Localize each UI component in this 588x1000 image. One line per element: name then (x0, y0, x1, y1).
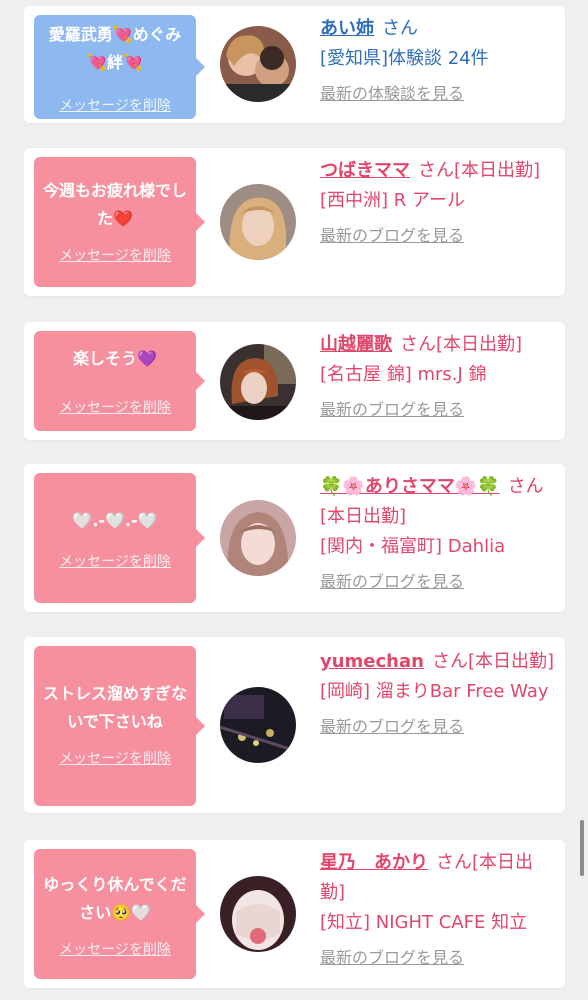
user-name-link[interactable]: あい姉 (320, 18, 374, 39)
message-card: 🤍.-🤍.-🤍 メッセージを削除 🍀🌸ありさママ🌸🍀 さん[本日出勤] [関内・福… (24, 464, 565, 612)
message-text: ストレス溜めすぎないで下さいね (42, 684, 187, 731)
store-text: [知立] NIGHT CAFE 知立 (320, 912, 528, 933)
name-line: つばきママ さん[本日出勤] (320, 156, 554, 186)
user-info: つばきママ さん[本日出勤] [西中洲] R アール 最新のブログを見る (320, 156, 554, 246)
delete-message-link[interactable]: メッセージを削除 (34, 95, 196, 115)
latest-link[interactable]: 最新の体験談を見る (320, 80, 554, 104)
avatar[interactable] (220, 184, 296, 260)
message-bubble: 今週もお疲れ様でした❤️ メッセージを削除 (34, 157, 205, 287)
message-card: 今週もお疲れ様でした❤️ メッセージを削除 つばきママ さん[本日出勤] [西中洲… (24, 148, 565, 296)
store-text: [関内・福富町] Dahlia (320, 536, 506, 557)
message-card: 愛羅武勇💘めぐみ💘絆💘 メッセージを削除 あい姉 さん [愛知県]体験談 24件 … (24, 6, 565, 123)
message-bubble: 楽しそう💜 メッセージを削除 (34, 331, 205, 431)
delete-message-link[interactable]: メッセージを削除 (34, 939, 196, 959)
user-name-link[interactable]: 星乃 あかり (320, 852, 428, 873)
message-text: 楽しそう💜 (73, 349, 157, 368)
store-text: [名古屋 錦] mrs.J 錦 (320, 364, 487, 385)
delete-message-link[interactable]: メッセージを削除 (34, 245, 196, 265)
name-suffix: さん (382, 18, 418, 39)
latest-link[interactable]: 最新のブログを見る (320, 396, 554, 420)
user-name-link[interactable]: yumechan (320, 651, 424, 672)
delete-message-link[interactable]: メッセージを削除 (34, 397, 196, 417)
avatar[interactable] (220, 500, 296, 576)
user-name-link[interactable]: 🍀🌸ありさママ🌸🍀 (320, 476, 500, 497)
message-text: ゆっくり休んでください🥺🤍 (43, 875, 187, 922)
message-card: ゆっくり休んでください🥺🤍 メッセージを削除 星乃 あかり さん[本日出勤] [知… (24, 840, 565, 988)
user-name-link[interactable]: つばきママ (320, 160, 410, 181)
user-name-link[interactable]: 山越麗歌 (320, 334, 392, 355)
message-text: 愛羅武勇💘めぐみ💘絆💘 (48, 25, 182, 72)
avatar[interactable] (220, 876, 296, 952)
name-line: yumechan さん[本日出勤] (320, 647, 554, 677)
latest-link[interactable]: 最新のブログを見る (320, 222, 554, 246)
message-bubble: 愛羅武勇💘めぐみ💘絆💘 メッセージを削除 (34, 15, 205, 119)
name-line: 🍀🌸ありさママ🌸🍀 さん[本日出勤] (320, 472, 554, 532)
scrollbar[interactable] (580, 820, 584, 876)
message-card: 楽しそう💜 メッセージを削除 山越麗歌 さん[本日出勤] [名古屋 錦] mrs.… (24, 322, 565, 440)
latest-link[interactable]: 最新のブログを見る (320, 944, 554, 968)
avatar[interactable] (220, 687, 296, 763)
message-text: 🤍.-🤍.-🤍 (72, 511, 158, 530)
user-info: yumechan さん[本日出勤] [岡崎] 溜まりBar Free Way 最新… (320, 647, 554, 737)
latest-link[interactable]: 最新のブログを見る (320, 713, 554, 737)
message-bubble: ストレス溜めすぎないで下さいね メッセージを削除 (34, 646, 205, 806)
name-line: 星乃 あかり さん[本日出勤] (320, 848, 554, 908)
name-suffix: さん[本日出勤] (418, 160, 541, 181)
avatar[interactable] (220, 26, 296, 102)
message-card: ストレス溜めすぎないで下さいね メッセージを削除 yumechan さん[本日出勤… (24, 637, 565, 813)
latest-link[interactable]: 最新のブログを見る (320, 568, 554, 592)
message-bubble: ゆっくり休んでください🥺🤍 メッセージを削除 (34, 849, 205, 979)
store-text: [愛知県]体験談 24件 (320, 48, 489, 69)
name-suffix: さん[本日出勤] (431, 651, 555, 672)
name-suffix: さん[本日出勤] (400, 334, 523, 355)
user-info: 山越麗歌 さん[本日出勤] [名古屋 錦] mrs.J 錦 最新のブログを見る (320, 330, 554, 420)
delete-message-link[interactable]: メッセージを削除 (34, 748, 196, 768)
user-info: あい姉 さん [愛知県]体験談 24件 最新の体験談を見る (320, 14, 554, 104)
store-text: [岡崎] 溜まりBar Free Way (320, 681, 549, 702)
name-line: あい姉 さん (320, 14, 554, 44)
avatar[interactable] (220, 344, 296, 420)
message-text: 今週もお疲れ様でした❤️ (42, 181, 187, 228)
user-info: 🍀🌸ありさママ🌸🍀 さん[本日出勤] [関内・福富町] Dahlia 最新のブログ… (320, 472, 554, 592)
name-line: 山越麗歌 さん[本日出勤] (320, 330, 554, 360)
store-text: [西中洲] R アール (320, 190, 465, 211)
user-info: 星乃 あかり さん[本日出勤] [知立] NIGHT CAFE 知立 最新のブログ… (320, 848, 554, 968)
message-bubble: 🤍.-🤍.-🤍 メッセージを削除 (34, 473, 205, 603)
delete-message-link[interactable]: メッセージを削除 (34, 551, 196, 571)
